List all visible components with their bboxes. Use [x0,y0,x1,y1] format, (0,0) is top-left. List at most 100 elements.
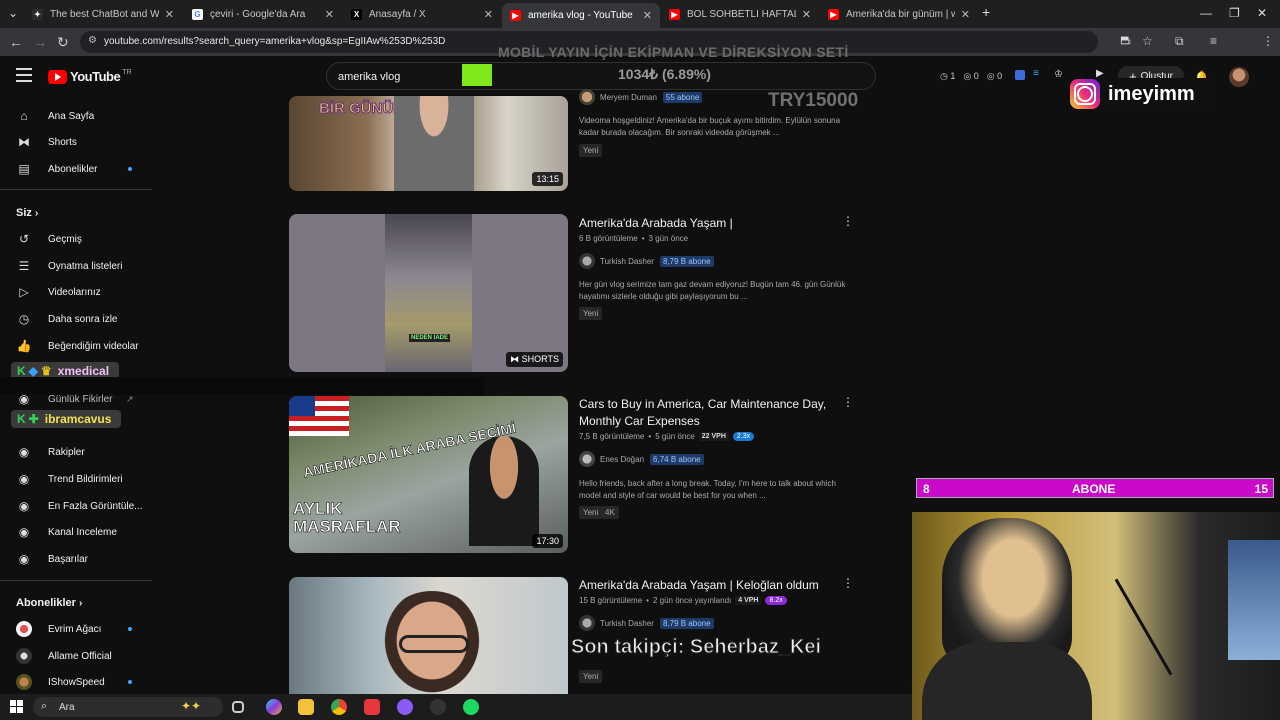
app-icon[interactable] [430,699,446,715]
video-title[interactable]: Amerika'da Arabada Yaşam | [579,215,839,232]
donation-progress-fill [462,64,492,86]
video-channel[interactable]: Turkish Dasher 8,79 B abone [579,615,714,631]
filter-icon[interactable]: ≡ [1033,68,1039,79]
sidebar-item-your-videos[interactable]: ▷ Videolarınız [0,279,160,305]
tab-search-icon[interactable]: ⌄ [8,6,18,20]
windows-start-icon[interactable] [10,700,23,713]
sidebar-subscription[interactable]: IShowSpeed [0,669,160,695]
reload-icon[interactable]: ↻ [57,34,69,51]
browser-tab-bar: ✦ The best ChatBot and Widgets f ✕ G çev… [0,0,1280,28]
sidebar-heading-you[interactable]: Siz › [16,207,38,219]
obs-icon[interactable] [397,699,413,715]
video-menu-kebab-icon[interactable]: ⋮ [842,214,854,228]
vph-badge: 4 VPH [735,596,762,605]
site-info-icon[interactable]: ⚙ [88,35,97,46]
task-view-icon[interactable] [232,701,244,713]
close-tab-icon[interactable]: ✕ [165,8,174,21]
video-channel[interactable]: Enes Doğan 6,74 B abone [579,451,704,467]
thumbnail-glasses [399,635,469,653]
shorts-badge: ⧓ SHORTS [506,352,563,367]
close-tab-icon[interactable]: ✕ [961,8,970,21]
youtube-logo[interactable]: YouTube TR [48,69,132,84]
restore-icon[interactable]: ❐ [1229,6,1240,20]
video-title[interactable]: Amerika'da Arabada Yaşam | Keloğlan oldu… [579,577,839,594]
bookmark-star-icon[interactable]: ☆ [1142,34,1153,48]
sidebar-heading-subscriptions[interactable]: Abonelikler › [16,597,82,609]
browser-tab[interactable]: G çeviri - Google'da Ara ✕ [184,3,342,25]
close-tab-icon[interactable]: ✕ [325,8,334,21]
video-thumbnail[interactable]: NEDEN İADE ⧓ SHORTS [289,214,568,372]
minimize-icon[interactable]: — [1200,6,1212,20]
views-icon: ◉ [18,499,30,513]
video-title[interactable]: Cars to Buy in America, Car Maintenance … [579,396,839,430]
video-thumbnail[interactable] [289,577,568,694]
sidebar-item-shorts[interactable]: ⧓ Shorts [0,129,160,155]
sidebar-item-channel-review[interactable]: ◉ Kanal Inceleme [0,519,160,545]
video-meta: 6 B görüntüleme • 3 gün önce [579,234,689,243]
hamburger-menu-icon[interactable] [16,68,32,82]
trophy-icon[interactable]: ♔ [1054,69,1063,80]
chrome-icon[interactable] [331,699,347,715]
video-channel[interactable]: Turkish Dasher 8,79 B abone [579,253,714,269]
close-tab-icon[interactable]: ✕ [802,8,811,21]
crown-icon: ♛ [40,364,52,378]
video-thumbnail[interactable]: AMERİKADA İLK ARABA SEÇİMİ AYLIK MASRAFL… [289,396,568,553]
eye-icon: ◎ 0 [963,71,979,81]
account-avatar[interactable] [1229,67,1249,87]
microphone-arm [1114,578,1173,676]
reading-list-icon[interactable]: ≡ [1210,34,1217,48]
sidebar-item-trend-alerts[interactable]: ◉ Trend Bildirimleri [0,466,160,492]
browser-tab[interactable]: ✦ The best ChatBot and Widgets f ✕ [24,3,182,25]
subscriber-goal-target: 15 [1254,482,1268,496]
sidebar-item-history[interactable]: ↺ Geçmiş [0,226,160,252]
us-flag-canton [289,396,315,416]
sidebar-item-home[interactable]: ⌂ Ana Sayfa [0,103,160,129]
idea-icon: ◉ [18,392,30,406]
badge-new: Yeni [579,670,603,683]
video-channel[interactable]: Meryem Duman 55 abone [579,89,703,105]
video-menu-kebab-icon[interactable]: ⋮ [842,576,854,590]
browser-tab[interactable]: ▶ BOL SOHBETLİ HAFTALIK VLOG ✕ [661,3,819,25]
sidebar-subscription[interactable]: Evrim Ağacı [0,616,160,642]
youtube-icon: ▶ [669,8,680,20]
close-window-icon[interactable]: ✕ [1257,6,1267,20]
copilot-icon[interactable] [266,699,282,715]
chat-badge: K ✚ ibramcavus [11,410,121,428]
browser-tab[interactable]: X Anasayfa / X ✕ [343,3,501,25]
new-tab-button[interactable]: + [982,4,990,20]
back-icon[interactable]: ← [9,34,23,50]
video-duration: 17:30 [532,534,563,548]
video-thumbnail[interactable]: BİR GÜNÜM 13:15 [289,96,568,191]
menu-kebab-icon[interactable]: ⋮ [1262,34,1274,48]
search-input[interactable]: amerika vlog [326,62,876,90]
thumbnail-text: AYLIK MASRAFLAR [293,499,401,536]
spotify-icon[interactable] [463,699,479,715]
sidebar-item-daily-ideas[interactable]: ◉ Günlük Fikirler ↗ [0,386,160,412]
video-meta: 7,5 B görüntüleme • 5 gün önce 22 VPH 2.3x [579,432,755,441]
app-icon[interactable] [364,699,380,715]
file-explorer-icon[interactable] [298,699,314,715]
browser-tab-active[interactable]: ▶ amerika vlog - YouTube ✕ [502,3,660,28]
video-menu-kebab-icon[interactable]: ⋮ [842,395,854,409]
sidebar-item-achievements[interactable]: ◉ Başarılar [0,546,160,572]
sidebar-item-most-viewed[interactable]: ◉ En Fazla Görüntüle... [0,493,160,519]
sidebar-item-subscriptions[interactable]: ▤ Abonelikler [0,156,160,182]
extensions-icon[interactable]: ⧉ [1175,34,1184,49]
sidebar-subscription[interactable]: Allame Official [0,643,160,669]
clock-icon: ◷ 1 [940,71,956,81]
browser-tab[interactable]: ▶ Amerika'da bir günüm | work & ✕ [820,3,978,25]
external-link-icon: ↗ [126,393,134,404]
sidebar-item-playlists[interactable]: ☰ Oynatma listeleri [0,253,160,279]
sidebar-item-liked-videos[interactable]: 👍 Beğendiğim videolar [0,333,160,359]
subscriber-badge: 8,79 B abone [659,617,714,629]
cast-icon[interactable]: ▭ [1120,34,1131,48]
taskbar-search-input[interactable]: ⌕ Ara ✦✦ [33,697,223,717]
sidebar-item-watch-later[interactable]: ◷ Daha sonra izle [0,306,160,332]
subscriber-goal-label: ABONE [1072,482,1116,496]
close-tab-icon[interactable]: ✕ [643,9,652,22]
close-tab-icon[interactable]: ✕ [484,8,493,21]
sidebar-item-competitors[interactable]: ◉ Rakipler [0,439,160,465]
forward-icon[interactable]: → [33,34,47,50]
thumbnail-figure [469,436,539,546]
extension-icon[interactable] [1015,70,1025,80]
